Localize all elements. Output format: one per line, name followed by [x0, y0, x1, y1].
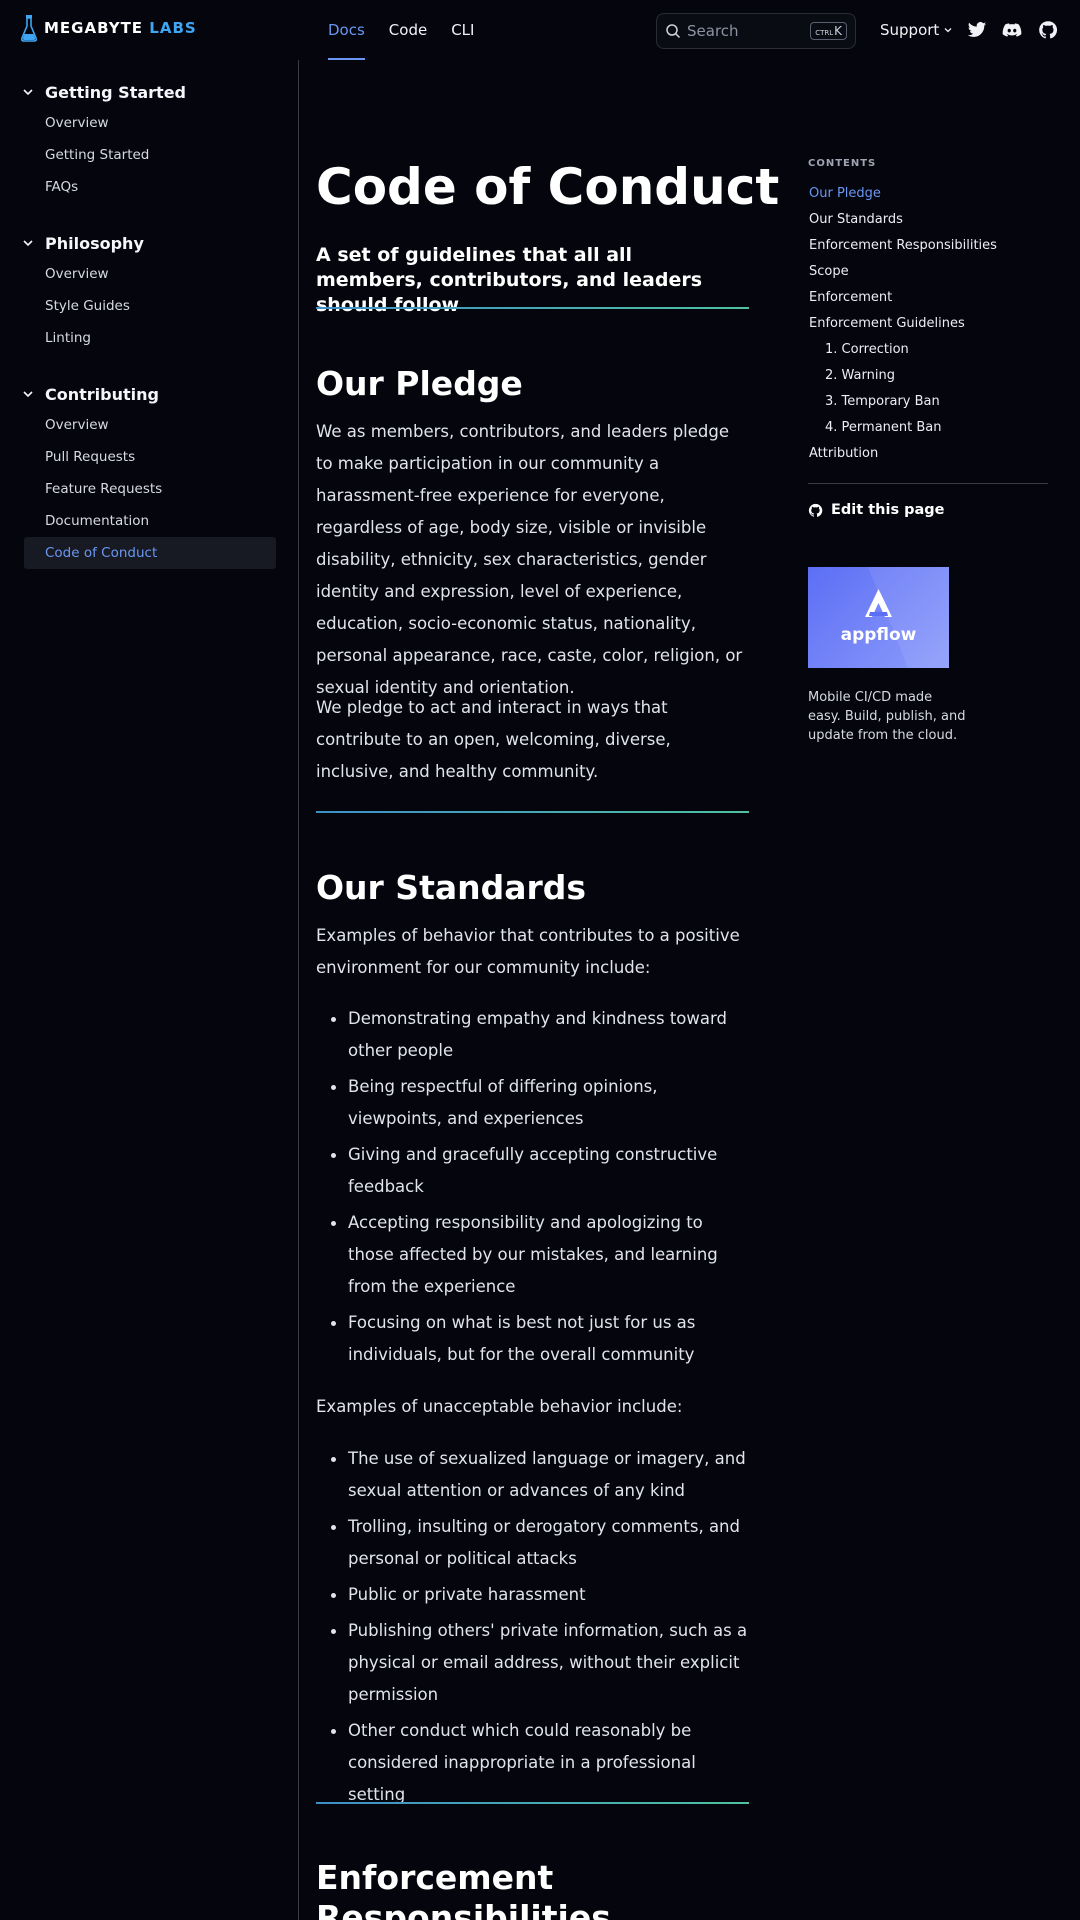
twitter-icon[interactable] — [967, 20, 987, 40]
top-nav: Docs Code CLI — [328, 0, 498, 60]
toc-item-enforcement-guidelines[interactable]: Enforcement Guidelines — [809, 314, 997, 340]
section-divider — [316, 1802, 749, 1804]
list-item: Being respectful of differing opinions, … — [316, 1071, 749, 1135]
toc-item-correction[interactable]: 1. Correction — [809, 340, 997, 366]
flask-icon — [20, 15, 38, 42]
logo[interactable]: MEGABYTE LABS — [20, 14, 197, 42]
svg-text:appflow: appflow — [841, 625, 917, 645]
section-divider — [316, 811, 749, 813]
chevron-down-icon — [23, 89, 33, 96]
standards-intro: Examples of behavior that contributes to… — [316, 926, 740, 977]
chevron-down-icon — [23, 391, 33, 398]
heading-our-standards: Our Standards — [316, 868, 587, 907]
sidebar-item-code-of-conduct[interactable]: Code of Conduct — [24, 537, 276, 569]
logo-text: MEGABYTE LABS — [44, 19, 197, 37]
page-title: Code of Conduct — [316, 158, 780, 216]
sidebar-section-getting-started: Getting Started Overview Getting Started… — [0, 77, 299, 203]
search-shortcut: CTRL K — [810, 22, 847, 40]
list-item: Demonstrating empathy and kindness towar… — [316, 1003, 749, 1067]
sidebar-item-feature-requests[interactable]: Feature Requests — [0, 473, 299, 505]
toc-item-attribution[interactable]: Attribution — [809, 444, 997, 470]
sidebar-section-title: Getting Started — [45, 82, 186, 102]
edit-page-label: Edit this page — [831, 502, 945, 518]
ad-description: Mobile CI/CD made easy. Build, publish, … — [808, 690, 966, 743]
sidebar-item-overview[interactable]: Overview — [0, 107, 299, 139]
sidebar-item-documentation[interactable]: Documentation — [0, 505, 299, 537]
list-item: Other conduct which could reasonably be … — [316, 1715, 749, 1811]
nav-code[interactable]: Code — [389, 0, 427, 60]
sidebar-item-style-guides[interactable]: Style Guides — [0, 290, 299, 322]
nav-cli[interactable]: CLI — [451, 0, 474, 60]
search-placeholder: Search — [687, 22, 739, 40]
sidebar-section-toggle[interactable]: Contributing — [0, 379, 299, 409]
sidebar-item-linting[interactable]: Linting — [0, 322, 299, 354]
nav-docs[interactable]: Docs — [328, 0, 365, 60]
list-item: The use of sexualized language or imager… — [316, 1443, 749, 1507]
toc-title: CONTENTS — [808, 158, 877, 169]
heading-enforcement-responsibilities: Enforcement Responsibilities — [316, 1858, 611, 1920]
toc-item-permanent-ban[interactable]: 4. Permanent Ban — [809, 418, 997, 444]
toc-item-our-standards[interactable]: Our Standards — [809, 210, 997, 236]
discord-icon[interactable] — [1002, 20, 1022, 40]
list-item: Accepting responsibility and apologizing… — [316, 1207, 749, 1303]
sidebar-section-toggle[interactable]: Philosophy — [0, 228, 299, 258]
support-menu[interactable]: Support — [880, 21, 953, 39]
appflow-logo: appflow — [841, 567, 949, 668]
toc-item-enforcement-responsibilities[interactable]: Enforcement Responsibilities — [809, 236, 997, 262]
sidebar-item-overview[interactable]: Overview — [0, 409, 299, 441]
search-icon — [666, 24, 681, 39]
edit-page-link[interactable]: Edit this page — [808, 502, 945, 518]
sidebar-item-getting-started[interactable]: Getting Started — [0, 139, 299, 171]
sidebar-item-faqs[interactable]: FAQs — [0, 171, 299, 203]
toc-item-our-pledge[interactable]: Our Pledge — [809, 184, 997, 210]
toc-item-enforcement[interactable]: Enforcement — [809, 288, 997, 314]
pledge-paragraph-1: We as members, contributors, and leaders… — [316, 422, 743, 697]
toc-item-temporary-ban[interactable]: 3. Temporary Ban — [809, 392, 997, 418]
list-item: Giving and gracefully accepting construc… — [316, 1139, 749, 1203]
chevron-down-icon — [944, 28, 952, 33]
sidebar-section-philosophy: Philosophy Overview Style Guides Linting — [0, 228, 299, 354]
pledge-paragraph-2: We pledge to act and interact in ways th… — [316, 698, 671, 781]
github-icon[interactable] — [1038, 20, 1058, 40]
support-label: Support — [880, 21, 940, 39]
positive-behavior-list: Demonstrating empathy and kindness towar… — [316, 1003, 749, 1375]
sidebar-section-title: Philosophy — [45, 233, 144, 253]
sidebar-section-title: Contributing — [45, 384, 159, 404]
toc-item-scope[interactable]: Scope — [809, 262, 997, 288]
sidebar-item-overview[interactable]: Overview — [0, 258, 299, 290]
list-item: Public or private harassment — [316, 1579, 749, 1611]
appflow-ad-banner[interactable]: appflow — [808, 567, 949, 668]
negative-behavior-list: The use of sexualized language or imager… — [316, 1443, 749, 1815]
sidebar-item-pull-requests[interactable]: Pull Requests — [0, 441, 299, 473]
sidebar-section-toggle[interactable]: Getting Started — [0, 77, 299, 107]
toc-divider — [808, 483, 1048, 484]
github-icon — [808, 503, 823, 517]
heading-our-pledge: Our Pledge — [316, 364, 523, 403]
sidebar-section-contributing: Contributing Overview Pull Requests Feat… — [0, 379, 299, 569]
list-item: Trolling, insulting or derogatory commen… — [316, 1511, 749, 1575]
sidebar: Getting Started Overview Getting Started… — [0, 60, 299, 1920]
chevron-down-icon — [23, 240, 33, 247]
search-input[interactable]: Search CTRL K — [656, 13, 856, 49]
table-of-contents: Our Pledge Our Standards Enforcement Res… — [809, 184, 997, 470]
section-divider — [316, 307, 749, 309]
list-item: Focusing on what is best not just for us… — [316, 1307, 749, 1371]
toc-item-warning[interactable]: 2. Warning — [809, 366, 997, 392]
negative-intro: Examples of unacceptable behavior includ… — [316, 1397, 683, 1416]
list-item: Publishing others' private information, … — [316, 1615, 749, 1711]
